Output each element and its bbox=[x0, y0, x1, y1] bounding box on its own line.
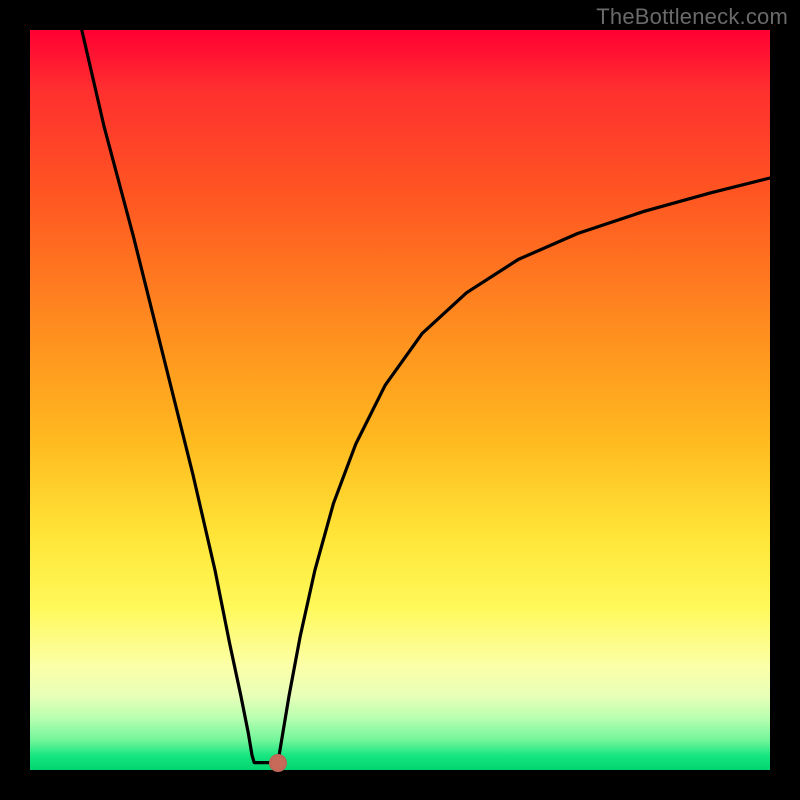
bottleneck-curve bbox=[30, 30, 770, 770]
chart-frame: TheBottleneck.com bbox=[0, 0, 800, 800]
optimal-point-marker bbox=[269, 754, 287, 772]
plot-area bbox=[30, 30, 770, 770]
watermark-text: TheBottleneck.com bbox=[596, 4, 788, 30]
